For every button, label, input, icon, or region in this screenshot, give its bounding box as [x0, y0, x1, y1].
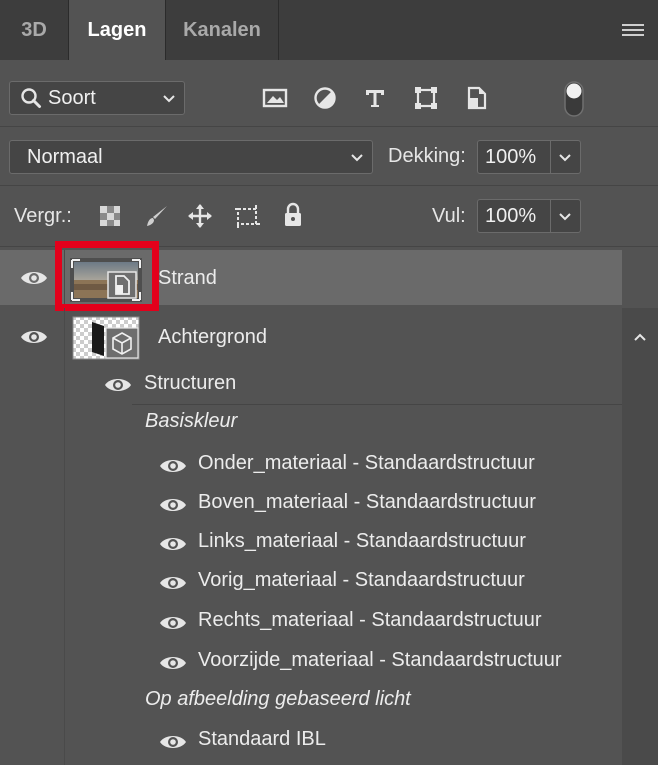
filter-shape-icon[interactable] — [411, 84, 441, 112]
layer-thumbnail-3d — [72, 316, 140, 360]
lock-image-pixels-icon[interactable] — [143, 202, 171, 230]
tab-kanalen-label: Kanalen — [183, 18, 261, 41]
panel-tab-bar: 3D Lagen Kanalen — [0, 0, 658, 60]
chevron-down-icon[interactable] — [558, 153, 572, 163]
chevron-down-icon — [163, 95, 175, 103]
texture-item-label: Rechts_materiaal - Standaardstructuur — [198, 609, 542, 631]
visibility-eye-icon[interactable] — [159, 614, 187, 632]
texture-item-row[interactable]: Onder_materiaal - Standaardstructuur — [0, 446, 622, 484]
layer-name: Strand — [158, 267, 217, 289]
textures-group-label: Structuren — [144, 372, 237, 394]
divider — [0, 126, 658, 127]
texture-item-row[interactable]: Voorzijde_materiaal - Standaardstructuur — [0, 643, 622, 681]
texture-item-row[interactable]: Boven_materiaal - Standaardstructuur — [0, 485, 622, 523]
texture-item-label: Links_materiaal - Standaardstructuur — [198, 530, 526, 552]
visibility-eye-icon[interactable] — [159, 733, 187, 751]
visibility-eye-icon[interactable] — [159, 496, 187, 514]
texture-item-row[interactable]: Rechts_materiaal - Standaardstructuur — [0, 603, 622, 641]
layers-scrollbar[interactable] — [622, 308, 658, 765]
visibility-eye-icon[interactable] — [159, 457, 187, 475]
visibility-eye-icon[interactable] — [20, 269, 48, 287]
blend-mode-value: Normaal — [27, 145, 103, 168]
texture-item-label: Voorzijde_materiaal - Standaardstructuur — [198, 649, 562, 671]
tab-lagen[interactable]: Lagen — [69, 0, 165, 60]
divider — [0, 185, 658, 186]
layer-row-achtergrond[interactable]: Achtergrond — [0, 308, 622, 366]
tab-divider — [278, 0, 279, 60]
texture-item-row[interactable]: Vorig_materiaal - Standaardstructuur — [0, 563, 622, 601]
tab-kanalen[interactable]: Kanalen — [166, 0, 278, 60]
texture-item-label: Vorig_materiaal - Standaardstructuur — [198, 569, 525, 591]
visibility-eye-icon[interactable] — [104, 376, 132, 394]
tab-lagen-label: Lagen — [87, 18, 147, 41]
layer-name: Achtergrond — [158, 326, 267, 348]
visibility-eye-icon[interactable] — [159, 574, 187, 592]
section-title: Op afbeelding gebaseerd licht — [145, 688, 411, 710]
visibility-eye-icon[interactable] — [159, 654, 187, 672]
divider — [132, 404, 622, 405]
filter-adjustment-icon[interactable] — [310, 84, 340, 112]
layer-thumbnail-strand — [70, 258, 142, 302]
filter-smart-object-icon[interactable] — [462, 84, 492, 112]
layer-row-strand[interactable]: Strand — [0, 241, 622, 311]
chevron-down-icon — [351, 154, 363, 162]
chevron-down-icon[interactable] — [558, 212, 572, 222]
tab-3d[interactable]: 3D — [0, 0, 68, 60]
divider — [550, 141, 551, 173]
lock-artboard-icon[interactable] — [232, 202, 262, 230]
filter-pixel-icon[interactable] — [260, 84, 290, 112]
filter-toggle-switch[interactable] — [563, 80, 585, 118]
tab-3d-label: 3D — [21, 18, 47, 41]
lock-position-icon[interactable] — [186, 202, 214, 230]
filter-kind-select[interactable]: Soort — [9, 81, 185, 115]
divider — [64, 308, 65, 366]
lock-label: Vergr.: — [14, 205, 72, 227]
fill-value: 100% — [485, 204, 537, 227]
section-title: Basiskleur — [145, 410, 238, 432]
fill-field[interactable]: 100% — [477, 199, 581, 233]
divider — [550, 200, 551, 232]
blend-mode-select[interactable]: Normaal — [9, 140, 373, 174]
opacity-value: 100% — [485, 145, 537, 168]
texture-item-label: Onder_materiaal - Standaardstructuur — [198, 452, 535, 474]
textures-group-row[interactable]: Structuren — [0, 366, 622, 402]
opacity-label: Dekking: — [388, 145, 466, 167]
texture-item-label: Boven_materiaal - Standaardstructuur — [198, 491, 536, 513]
filter-type-icon[interactable] — [360, 84, 390, 112]
lock-transparent-pixels-icon[interactable] — [96, 202, 124, 230]
visibility-eye-icon[interactable] — [159, 535, 187, 553]
filter-kind-label: Soort — [48, 86, 96, 109]
fill-label: Vul: — [432, 205, 466, 227]
search-icon — [21, 88, 41, 108]
lock-all-icon[interactable] — [279, 201, 307, 229]
texture-item-row[interactable]: Standaard IBL — [0, 722, 622, 760]
opacity-field[interactable]: 100% — [477, 140, 581, 174]
chevron-up-icon[interactable] — [633, 332, 647, 342]
texture-item-label: Standaard IBL — [198, 728, 326, 750]
visibility-eye-icon[interactable] — [20, 328, 48, 346]
texture-item-row[interactable]: Links_materiaal - Standaardstructuur — [0, 524, 622, 562]
panel-menu-icon[interactable] — [622, 24, 644, 38]
